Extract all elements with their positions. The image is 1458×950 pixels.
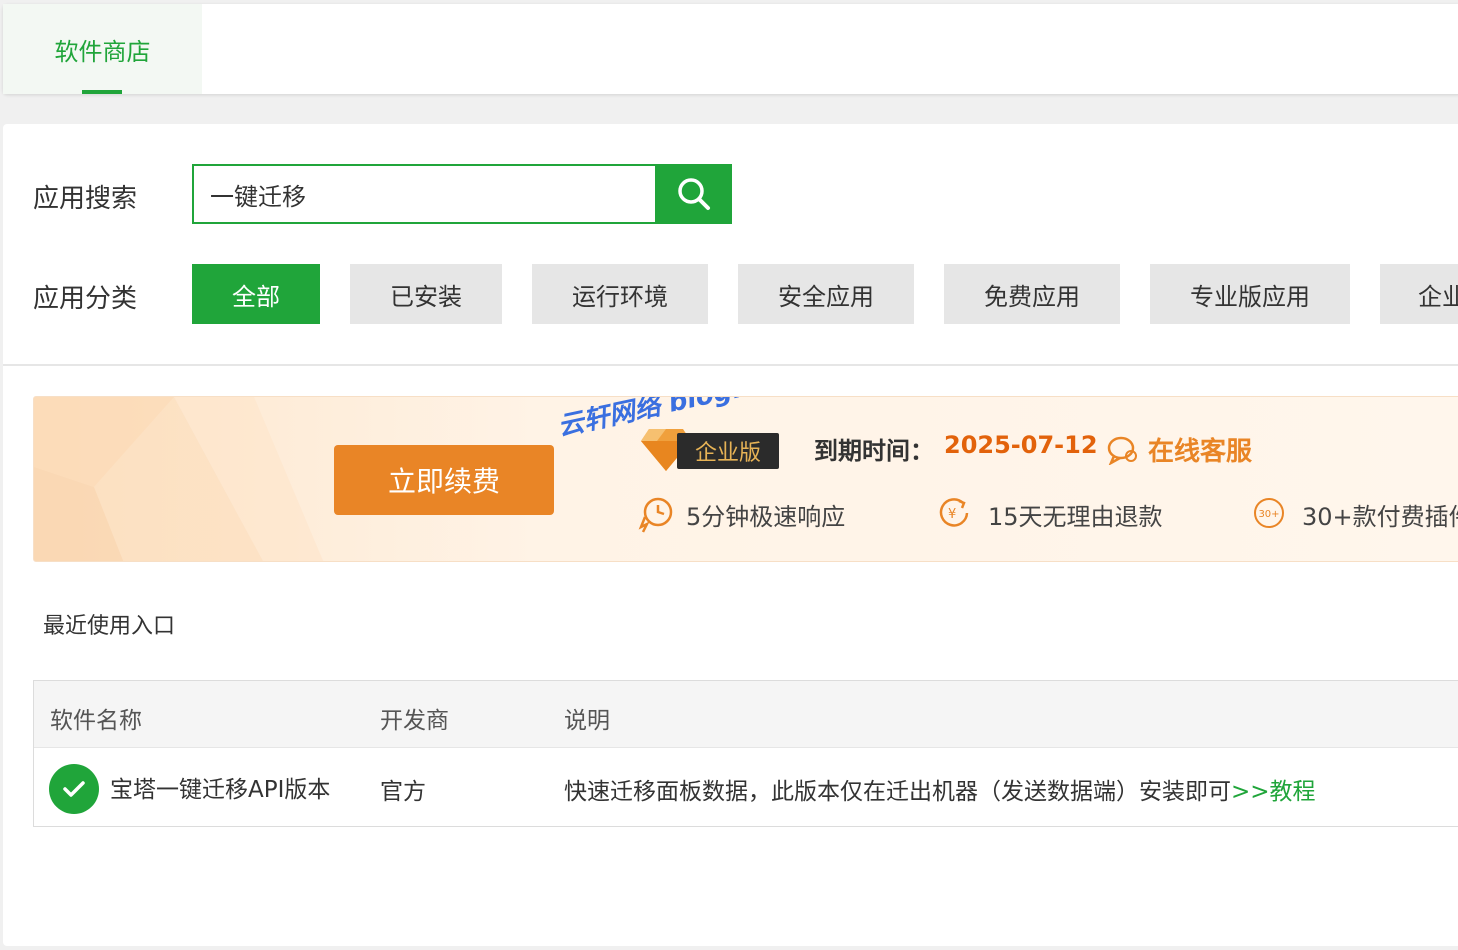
recent-entries-title: 最近使用入口 — [43, 614, 176, 639]
software-description-cell: 快速迁移面板数据，此版本仅在迁出机器（发送数据端）安装即可>>教程 — [564, 772, 1316, 806]
header-developer: 开发商 — [380, 708, 449, 734]
refund-icon: ¥ — [939, 498, 969, 527]
online-service-link[interactable]: 在线客服 — [1148, 431, 1252, 468]
tab-active-indicator — [82, 90, 122, 94]
category-enterprise[interactable]: 企业 — [1380, 264, 1458, 324]
category-free[interactable]: 免费应用 — [944, 264, 1120, 324]
banner-decoration — [34, 397, 324, 561]
expire-date: 2025-07-12 — [944, 431, 1098, 459]
table-row[interactable]: 宝塔一键迁移API版本 官方 快速迁移面板数据，此版本仅在迁出机器（发送数据端）… — [34, 748, 1458, 826]
search-label: 应用搜索 — [33, 184, 138, 214]
category-security[interactable]: 安全应用 — [738, 264, 914, 324]
search-input-value: 一键迁移 — [210, 182, 306, 211]
feature-plugins: 30+款付费插件 — [1302, 503, 1458, 531]
svg-text:¥: ¥ — [948, 507, 956, 522]
search-button[interactable] — [655, 164, 732, 224]
software-name: 宝塔一键迁移API版本 — [110, 777, 331, 803]
table-header: 软件名称 开发商 说明 — [34, 681, 1458, 748]
category-label: 应用分类 — [33, 284, 138, 314]
top-tab-bar: 软件商店 — [3, 4, 1458, 94]
plugins-icon-text: 30+ — [1258, 509, 1279, 520]
clock-icon — [638, 497, 673, 533]
category-runtime[interactable]: 运行环境 — [532, 264, 708, 324]
check-icon — [49, 764, 99, 814]
category-pro[interactable]: 专业版应用 — [1150, 264, 1350, 324]
tab-software-store[interactable]: 软件商店 — [3, 4, 202, 94]
category-installed[interactable]: 已安装 — [350, 264, 502, 324]
category-all[interactable]: 全部 — [192, 264, 320, 324]
divider — [3, 364, 1458, 366]
expire-label: 到期时间： — [814, 437, 934, 465]
renewal-banner: 立即续费 企业版 到期时间： 2025-07-12 在线客服 5分钟极速响应 ¥… — [33, 396, 1458, 562]
enterprise-badge: 企业版 — [677, 433, 779, 469]
header-description: 说明 — [564, 708, 610, 734]
renew-button[interactable]: 立即续费 — [334, 445, 554, 515]
software-description: 快速迁移面板数据，此版本仅在迁出机器（发送数据端）安装即可 — [564, 779, 1231, 805]
software-developer: 官方 — [380, 779, 426, 805]
feature-fast-response: 5分钟极速响应 — [686, 503, 846, 531]
tutorial-link[interactable]: >>教程 — [1231, 779, 1316, 805]
main-panel: 应用搜索 一键迁移 应用分类 全部 已安装 运行环境 安全应用 免费应用 专业版… — [3, 124, 1458, 946]
feature-refund: 15天无理由退款 — [988, 503, 1163, 531]
tab-software-store-label: 软件商店 — [54, 37, 151, 66]
search-icon — [677, 178, 710, 210]
plugins-icon: 30+ — [1254, 498, 1284, 528]
chat-icon — [1107, 436, 1137, 465]
search-input[interactable]: 一键迁移 — [192, 164, 656, 224]
header-name: 软件名称 — [50, 708, 142, 734]
software-table: 软件名称 开发商 说明 宝塔一键迁移API版本 官方 快速迁移面板数据，此版本仅… — [33, 680, 1458, 827]
